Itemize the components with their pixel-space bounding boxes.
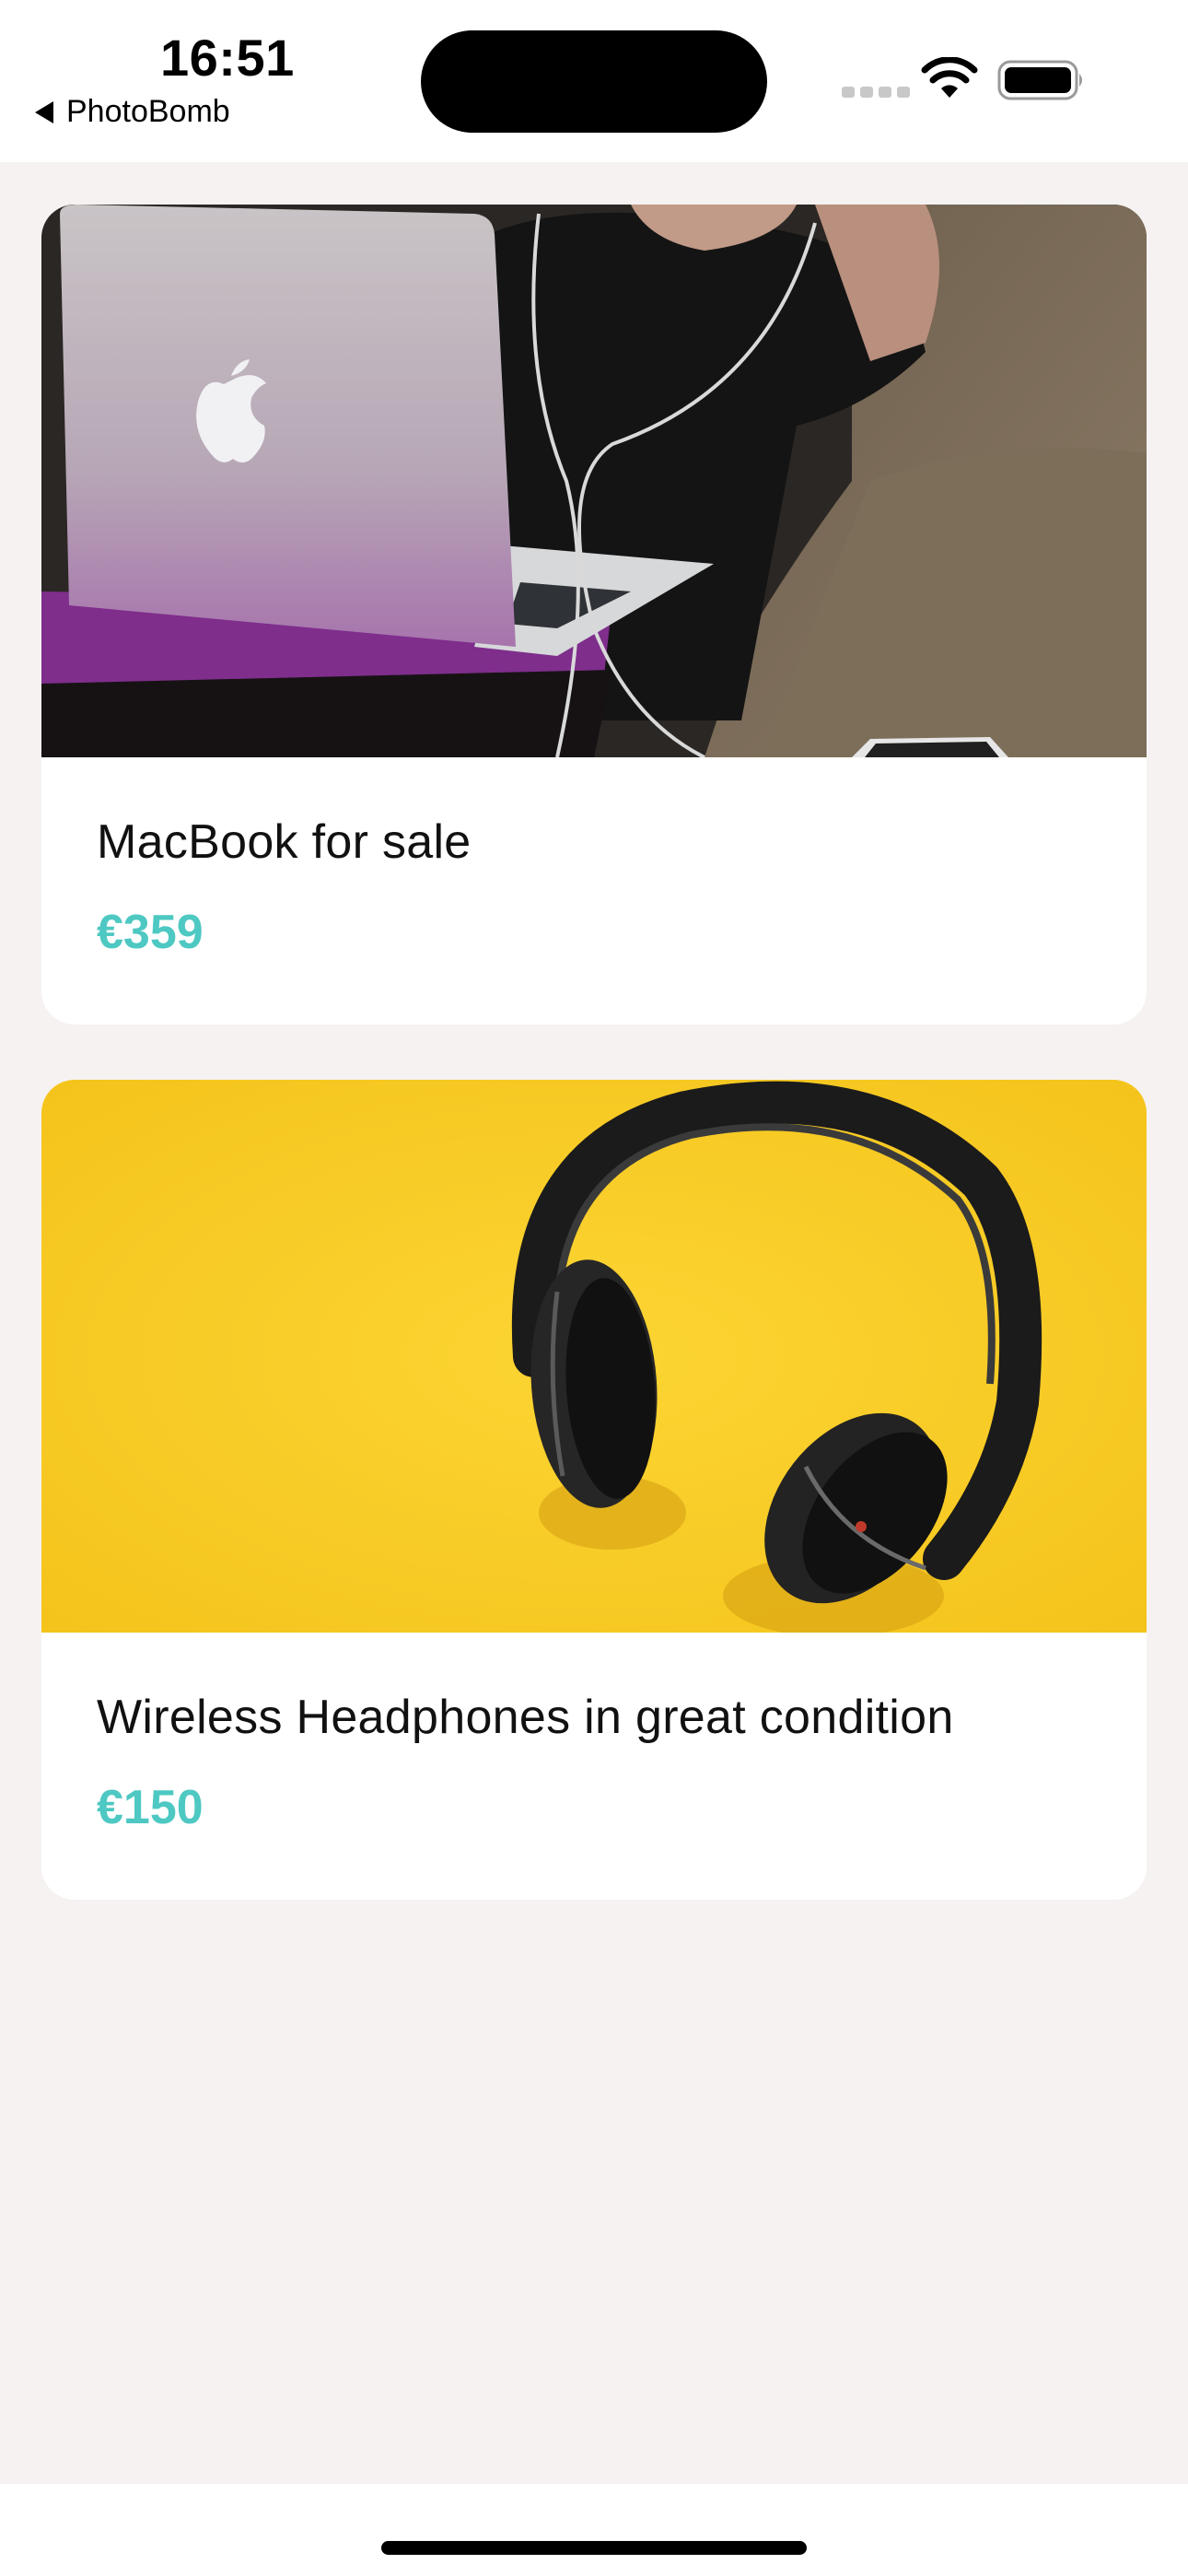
home-indicator[interactable] [381,2541,807,2555]
bottom-safe-area [0,2484,1188,2576]
listing-card[interactable]: MacBook for sale €359 [41,205,1147,1025]
listing-price: €150 [97,1781,204,1834]
laptop-photo [41,205,1147,757]
status-time: 16:51 [160,29,295,87]
back-to-app-link[interactable]: PhotoBomb [35,94,230,130]
listing-title: Wireless Headphones in great condition [97,1691,954,1744]
wifi-icon [921,57,978,98]
headphones-photo [41,1080,1147,1633]
cellular-signal-icon [842,87,910,98]
back-app-label: PhotoBomb [66,94,230,129]
back-arrow-icon [35,100,53,123]
listing-card[interactable]: Wireless Headphones in great condition €… [41,1080,1147,1900]
listing-price: €359 [97,906,204,959]
dynamic-island [421,30,767,133]
battery-icon [997,60,1082,100]
listing-title: MacBook for sale [97,815,472,869]
status-bar: 16:51 PhotoBomb [0,0,1188,162]
